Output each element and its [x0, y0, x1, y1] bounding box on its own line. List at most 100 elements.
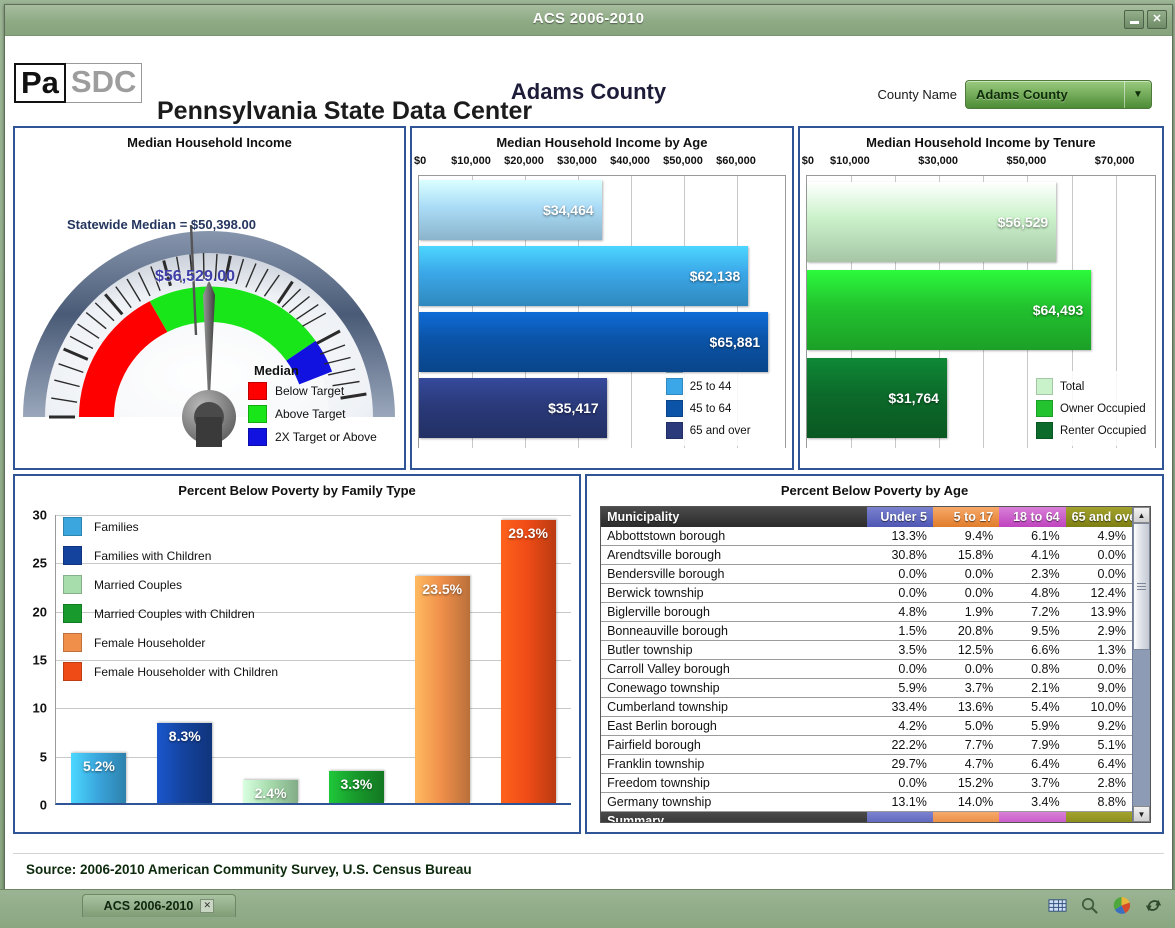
bar[interactable]: 5.2%: [71, 753, 126, 803]
axis-tick-label: 0: [40, 798, 47, 813]
legend-label: Female Householder: [94, 636, 205, 650]
table-row[interactable]: Arendtsville borough30.8%15.8%4.1%0.0%: [601, 546, 1132, 565]
table-row[interactable]: Carroll Valley borough0.0%0.0%0.8%0.0%: [601, 660, 1132, 679]
cell-value: 0.0%: [933, 584, 999, 603]
table-column-header[interactable]: 18 to 64: [999, 507, 1065, 527]
table-row[interactable]: Bonneauville borough1.5%20.8%9.5%2.9%: [601, 622, 1132, 641]
bar[interactable]: 2.4%: [243, 780, 298, 803]
close-button[interactable]: ✕: [1147, 10, 1167, 29]
table-row[interactable]: Butler township3.5%12.5%6.6%1.3%: [601, 641, 1132, 660]
table-row[interactable]: Cumberland township33.4%13.6%5.4%10.0%: [601, 698, 1132, 717]
panel-title: Median Household Income: [15, 128, 404, 155]
axis-tick-label: $40,000: [610, 155, 650, 167]
table-header-row: MunicipalityUnder 55 to 1718 to 6465 and…: [601, 507, 1132, 527]
table-row[interactable]: East Berlin borough4.2%5.0%5.9%9.2%: [601, 717, 1132, 736]
table-column-header[interactable]: Municipality: [601, 507, 866, 527]
scroll-up-button[interactable]: ▲: [1133, 507, 1150, 523]
cell-municipality: Bendersville borough: [601, 565, 866, 584]
cell-value: 33.4%: [867, 698, 933, 717]
panel-title: Percent Below Poverty by Age: [587, 476, 1162, 503]
axis-tick-label: 5: [40, 749, 47, 764]
table-row[interactable]: Germany township13.1%14.0%3.4%8.8%: [601, 793, 1132, 812]
refresh-icon[interactable]: [1144, 896, 1163, 915]
cell-value: 12.4%: [1066, 584, 1132, 603]
county-select-value: Adams County: [966, 87, 1068, 102]
bar-value-label: 23.5%: [422, 581, 462, 597]
table-column-header[interactable]: 5 to 17: [933, 507, 999, 527]
table-column-header[interactable]: 65 and over: [1066, 507, 1132, 527]
cell-value: 1.3%: [1066, 641, 1132, 660]
minimize-button[interactable]: [1124, 10, 1144, 29]
cell-value: 8.8%: [1066, 793, 1132, 812]
cell-value: 22.2%: [867, 736, 933, 755]
legend-swatch: [63, 662, 82, 681]
cell-value: 4.8%: [999, 584, 1065, 603]
table-vertical-scrollbar[interactable]: ▲ ▼: [1132, 507, 1150, 822]
county-select[interactable]: Adams County ▼: [965, 80, 1152, 109]
legend-swatch: [1036, 422, 1053, 439]
bar-value-label: $31,764: [888, 390, 947, 406]
county-picker-label: County Name: [878, 87, 957, 102]
cell-value: 7.9%: [999, 736, 1065, 755]
cell-value: 4.1%: [999, 546, 1065, 565]
table-row[interactable]: Abbottstown borough13.3%9.4%6.1%4.9%: [601, 527, 1132, 546]
cell-value: 29.7%: [867, 755, 933, 774]
table-row[interactable]: Franklin township29.7%4.7%6.4%6.4%: [601, 755, 1132, 774]
scroll-down-button[interactable]: ▼: [1133, 806, 1150, 822]
cell-value: 5.4%: [999, 698, 1065, 717]
taskbar-tab-acs[interactable]: ACS 2006-2010 ✕: [82, 894, 236, 917]
panel-title: Median Household Income by Tenure: [800, 128, 1162, 155]
cell-value: 0.8%: [999, 660, 1065, 679]
bar[interactable]: $35,417: [419, 378, 607, 438]
table-row[interactable]: Freedom township0.0%15.2%3.7%2.8%: [601, 774, 1132, 793]
legend-label: Married Couples: [94, 578, 182, 592]
bar[interactable]: 8.3%: [157, 723, 212, 803]
cell-value: 3.7%: [999, 774, 1065, 793]
gauge-legend-title: Median: [254, 363, 398, 378]
bar-value-label: 5.2%: [83, 758, 115, 774]
tenure-chart-xaxis: $0$10,000$30,000$50,000$70,000: [800, 155, 1162, 175]
chevron-down-icon[interactable]: ▼: [1124, 81, 1151, 108]
legend-item: Female Householder with Children: [63, 662, 363, 681]
table-column-header[interactable]: Under 5: [867, 507, 933, 527]
page-header: Pa SDC Pennsylvania State Data Center Ad…: [5, 36, 1172, 124]
bar[interactable]: $62,138: [419, 246, 748, 306]
cell-value: 9.5%: [999, 622, 1065, 641]
cell-value: 10.0%: [1066, 698, 1132, 717]
table-row[interactable]: Conewago township5.9%3.7%2.1%9.0%: [601, 679, 1132, 698]
pie-chart-icon[interactable]: [1112, 896, 1131, 915]
axis-tick-label: $70,000: [1095, 155, 1135, 167]
bar[interactable]: $56,529: [807, 182, 1056, 262]
table-row[interactable]: Fairfield borough22.2%7.7%7.9%5.1%: [601, 736, 1132, 755]
bar[interactable]: 3.3%: [329, 771, 384, 803]
bar[interactable]: 29.3%: [501, 520, 556, 803]
bar[interactable]: $31,764: [807, 358, 947, 438]
table-row[interactable]: Berwick township0.0%0.0%4.8%12.4%: [601, 584, 1132, 603]
grid-icon[interactable]: [1048, 896, 1067, 915]
family-chart-yaxis: 051015202530: [19, 515, 51, 805]
bar[interactable]: 23.5%: [415, 576, 470, 803]
table-row[interactable]: Biglerville borough4.8%1.9%7.2%13.9%: [601, 603, 1132, 622]
bar[interactable]: $65,881: [419, 312, 768, 372]
bar[interactable]: $64,493: [807, 270, 1092, 350]
cell-value: 15.2%: [933, 774, 999, 793]
legend-label: Married Couples with Children: [94, 607, 255, 621]
close-icon[interactable]: ✕: [200, 899, 214, 913]
summary-cell-18-to-64: [999, 812, 1065, 822]
table-row[interactable]: Bendersville borough0.0%0.0%2.3%0.0%: [601, 565, 1132, 584]
scrollbar-thumb[interactable]: [1133, 523, 1150, 650]
legend-label: Owner Occupied: [1060, 403, 1146, 415]
legend-item: Above Target: [248, 405, 398, 423]
summary-cell-5-to-17: [933, 812, 999, 822]
panel-poverty-by-age: Percent Below Poverty by Age Municipalit…: [585, 474, 1164, 834]
pasdc-logo: Pa SDC: [14, 63, 142, 103]
panel-title: Percent Below Poverty by Family Type: [15, 476, 579, 503]
legend-swatch: [63, 604, 82, 623]
cell-municipality: Butler township: [601, 641, 866, 660]
scrollbar-track[interactable]: [1133, 523, 1150, 806]
bar[interactable]: $34,464: [419, 180, 602, 240]
search-icon[interactable]: [1080, 896, 1099, 915]
legend-label: 45 to 64: [690, 403, 732, 415]
cell-municipality: Franklin township: [601, 755, 866, 774]
dashboard-row-top: Median Household Income: [13, 126, 1164, 470]
